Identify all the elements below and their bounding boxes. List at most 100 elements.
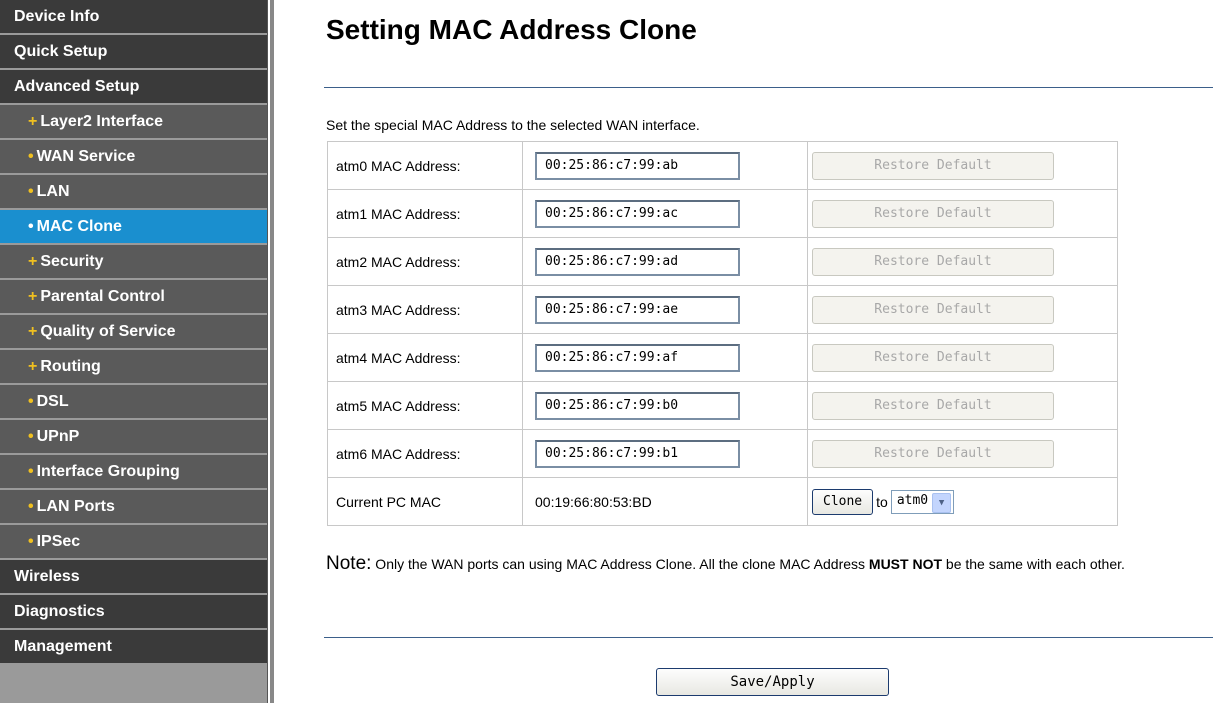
restore-cell: Restore Default — [807, 381, 1118, 430]
mac-address-label: atm1 MAC Address: — [327, 189, 523, 238]
sidebar-item-quick-setup[interactable]: Quick Setup — [0, 35, 267, 68]
mac-address-cell — [522, 237, 808, 286]
sidebar-item-label: Device Info — [14, 8, 100, 25]
sidebar-item-device-info[interactable]: Device Info — [0, 0, 267, 33]
interface-select[interactable]: atm0 ▼ — [890, 489, 955, 514]
mac-address-table: atm0 MAC Address:Restore Defaultatm1 MAC… — [327, 141, 1118, 526]
mac-address-label: atm4 MAC Address: — [327, 333, 523, 382]
restore-default-button[interactable]: Restore Default — [812, 151, 1054, 180]
plus-icon: + — [28, 253, 38, 270]
note-text: Note: Only the WAN ports can using MAC A… — [326, 552, 1213, 576]
sidebar-nav: Device Info Quick Setup Advanced Setup + Lay… — [0, 0, 268, 703]
sidebar-item-label: Diagnostics — [14, 603, 105, 620]
intro-text: Set the special MAC Address to the selec… — [326, 117, 700, 133]
mac-address-input[interactable] — [535, 151, 740, 180]
current-pc-mac-value: 00:19:66:80:53:BD — [522, 477, 808, 526]
mac-address-label: atm6 MAC Address: — [327, 429, 523, 478]
sidebar-item-diagnostics[interactable]: Diagnostics — [0, 595, 267, 628]
mac-address-input[interactable] — [535, 391, 740, 420]
sidebar-item-routing[interactable]: + Routing — [0, 350, 267, 383]
restore-cell: Restore Default — [807, 189, 1118, 238]
note-label: Note: — [326, 553, 372, 574]
mac-address-input[interactable] — [535, 343, 740, 372]
mac-address-input[interactable] — [535, 199, 740, 228]
sidebar-item-interface-grouping[interactable]: • Interface Grouping — [0, 455, 267, 488]
main-content: Setting MAC Address Clone Set the specia… — [324, 0, 1213, 703]
sidebar-item-ipsec[interactable]: • IPSec — [0, 525, 267, 558]
sidebar-item-wan-service[interactable]: • WAN Service — [0, 140, 267, 173]
table-row: atm3 MAC Address: Restore Default — [327, 285, 1118, 334]
restore-default-button[interactable]: Restore Default — [812, 247, 1054, 276]
table-row: atm1 MAC Address: Restore Default — [327, 189, 1118, 238]
sidebar-item-label: DSL — [36, 393, 69, 410]
mac-address-input[interactable] — [535, 247, 740, 276]
mac-address-input[interactable] — [535, 439, 740, 468]
sidebar-item-label: Quick Setup — [14, 43, 108, 60]
sidebar-item-label: IPSec — [36, 533, 81, 550]
sidebar-item-label: Routing — [40, 358, 101, 375]
sidebar-item-label: Layer2 Interface — [40, 113, 164, 130]
sidebar-item-lan-ports[interactable]: • LAN Ports — [0, 490, 267, 523]
restore-cell: Restore Default — [807, 333, 1118, 382]
current-pc-row: Current PC MAC 00:19:66:80:53:BD Clone to… — [327, 477, 1118, 526]
clone-button[interactable]: Clone — [812, 488, 874, 515]
mac-address-cell — [522, 333, 808, 382]
sidebar-item-label: LAN Ports — [36, 498, 115, 515]
bottom-divider — [324, 637, 1213, 638]
plus-icon: + — [28, 288, 38, 305]
table-row: atm0 MAC Address: Restore Default — [327, 141, 1118, 190]
mac-address-cell — [522, 285, 808, 334]
sidebar-item-management[interactable]: Management — [0, 630, 267, 663]
sidebar-item-label: Parental Control — [40, 288, 165, 305]
bullet-icon: • — [28, 218, 34, 235]
sidebar-item-label: UPnP — [36, 428, 80, 445]
sidebar-item-security[interactable]: + Security — [0, 245, 267, 278]
sidebar-item-wireless[interactable]: Wireless — [0, 560, 267, 593]
mac-address-label: atm0 MAC Address: — [327, 141, 523, 190]
bullet-icon: • — [28, 498, 34, 515]
sidebar-item-label: LAN — [36, 183, 70, 200]
restore-default-button[interactable]: Restore Default — [812, 343, 1054, 372]
table-row: atm2 MAC Address: Restore Default — [327, 237, 1118, 286]
sidebar-item-label: Management — [14, 638, 112, 655]
bullet-icon: • — [28, 148, 34, 165]
sidebar-item-label: WAN Service — [36, 148, 136, 165]
mac-address-cell — [522, 429, 808, 478]
save-apply-button[interactable]: Save/Apply — [656, 668, 889, 696]
sidebar-item-upnp[interactable]: • UPnP — [0, 420, 267, 453]
bullet-icon: • — [28, 428, 34, 445]
bullet-icon: • — [28, 463, 34, 480]
mac-address-input[interactable] — [535, 295, 740, 324]
restore-default-button[interactable]: Restore Default — [812, 295, 1054, 324]
table-row: atm6 MAC Address: Restore Default — [327, 429, 1118, 478]
sidebar-divider — [270, 0, 274, 703]
bullet-icon: • — [28, 183, 34, 200]
clone-controls: Clone to atm0 ▼ — [807, 477, 1118, 526]
sidebar-item-parental-control[interactable]: + Parental Control — [0, 280, 267, 313]
sidebar-item-lan[interactable]: • LAN — [0, 175, 267, 208]
mac-address-label: atm2 MAC Address: — [327, 237, 523, 286]
sidebar-item-quality-of-service[interactable]: + Quality of Service — [0, 315, 267, 348]
note-text-after: be the same with each other. — [942, 556, 1125, 572]
sidebar-item-dsl[interactable]: • DSL — [0, 385, 267, 418]
restore-default-button[interactable]: Restore Default — [812, 439, 1054, 468]
sidebar-item-label: MAC Clone — [36, 218, 122, 235]
sidebar-item-label: Interface Grouping — [36, 463, 180, 480]
sidebar-list: Device Info Quick Setup Advanced Setup + Lay… — [0, 0, 267, 663]
restore-default-button[interactable]: Restore Default — [812, 199, 1054, 228]
restore-default-button[interactable]: Restore Default — [812, 391, 1054, 420]
sidebar-item-mac-clone[interactable]: • MAC Clone — [0, 210, 267, 243]
sidebar-item-label: Advanced Setup — [14, 78, 140, 95]
restore-cell: Restore Default — [807, 285, 1118, 334]
restore-cell: Restore Default — [807, 141, 1118, 190]
mac-address-label: atm5 MAC Address: — [327, 381, 523, 430]
sidebar-item-advanced-setup[interactable]: Advanced Setup — [0, 70, 267, 103]
sidebar-item-layer2-interface[interactable]: + Layer2 Interface — [0, 105, 267, 138]
restore-cell: Restore Default — [807, 237, 1118, 286]
bullet-icon: • — [28, 393, 34, 410]
sidebar-item-label: Quality of Service — [40, 323, 176, 340]
restore-cell: Restore Default — [807, 429, 1118, 478]
chevron-down-icon[interactable]: ▼ — [932, 492, 952, 513]
bullet-icon: • — [28, 533, 34, 550]
mac-address-cell — [522, 189, 808, 238]
